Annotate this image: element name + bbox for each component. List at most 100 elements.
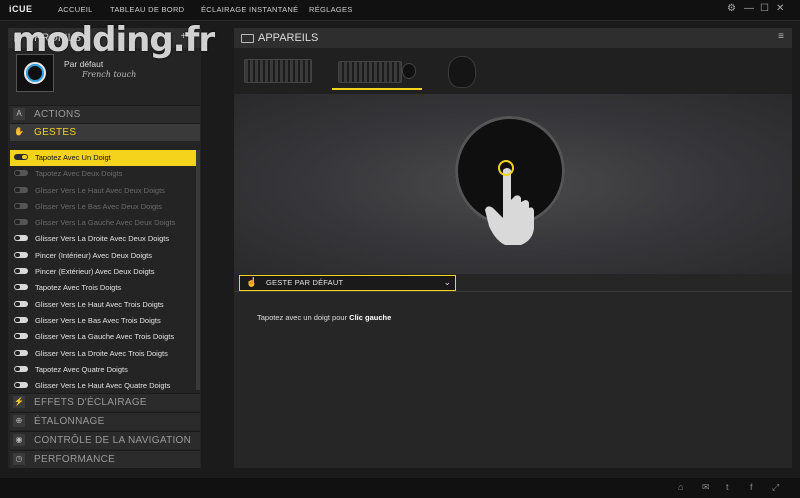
profile-subtitle: French touch [82, 70, 137, 79]
keyboard-icon [241, 34, 254, 43]
gesture-item[interactable]: Tapotez Avec Quatre Doigts [10, 362, 196, 378]
gesture-label: Glisser Vers La Droite Avec Trois Doigts [35, 348, 168, 358]
gesture-list-scrollbar[interactable] [196, 150, 200, 390]
devices-title: APPAREILS [258, 32, 319, 44]
keyboard-image [338, 61, 402, 83]
gesture-item[interactable]: Tapotez Avec Trois Doigts [10, 280, 196, 296]
gesture-label: Pincer (Extérieur) Avec Deux Doigts [35, 267, 155, 277]
toggle-switch[interactable] [14, 251, 28, 258]
gesture-label: Glisser Vers Le Haut Avec Trois Doigts [35, 299, 164, 309]
facebook-icon[interactable]: f [750, 482, 753, 492]
toggle-switch[interactable] [14, 349, 28, 356]
gesture-item[interactable]: Glisser Vers Le Bas Avec Deux Doigts [10, 199, 196, 215]
gesture-item[interactable]: Tapotez Avec Deux Doigts [10, 166, 196, 182]
section-label: ÉTALONNAGE [34, 416, 105, 427]
hand-icon: ☝ [246, 277, 258, 287]
devices-menu-button[interactable]: ≡ [778, 31, 784, 42]
device-keyboard[interactable] [242, 54, 314, 88]
toggle-switch[interactable] [14, 382, 28, 389]
section-label: EFFETS D'ÉCLAIRAGE [34, 397, 147, 408]
section-actions[interactable]: A ACTIONS [10, 105, 200, 123]
toggle-switch[interactable] [14, 300, 28, 307]
dropdown-label: GESTE PAR DÉFAUT [266, 278, 344, 287]
top-bar: iCUE ACCUEIL TABLEAU DE BORD ÉCLAIRAGE I… [0, 0, 800, 21]
maximize-button[interactable]: ☐ [760, 3, 769, 14]
gesture-item[interactable]: Tapotez Avec Un Doigt [10, 150, 196, 167]
right-panel: APPAREILS ≡ ☝ GESTE PAR DÉFAUT ⌄ Tapotez… [234, 28, 792, 468]
toggle-switch[interactable] [14, 170, 28, 177]
gesture-label: Glisser Vers La Gauche Avec Trois Doigts [35, 332, 175, 342]
tap-indicator [498, 160, 514, 176]
section-performance[interactable]: ◷ PERFORMANCE [10, 450, 200, 468]
mouse-image [448, 56, 476, 88]
hand-pointer-icon [485, 168, 534, 245]
section-calibration[interactable]: ⊕ ÉTALONNAGE [10, 412, 200, 430]
description-text: Tapotez avec un doigt pour [257, 313, 348, 322]
gear-icon[interactable]: ⚙ [727, 3, 736, 14]
section-label: ACTIONS [34, 109, 81, 120]
gesture-label: Glisser Vers Le Bas Avec Trois Doigts [35, 315, 161, 325]
device-keyboard-touchpad[interactable] [332, 54, 422, 90]
gesture-item[interactable]: Glisser Vers La Gauche Avec Trois Doigts [10, 329, 196, 345]
toggle-switch[interactable] [14, 365, 28, 372]
bottom-bar: ⌂ ✉ t f ⤢ [0, 478, 800, 498]
twitter-icon[interactable]: t [726, 482, 729, 492]
gesture-label: Glisser Vers Le Bas Avec Deux Doigts [35, 201, 163, 211]
hand-icon: ✋ [13, 126, 25, 138]
actions-icon: A [13, 108, 25, 120]
gesture-label: Glisser Vers La Gauche Avec Deux Doigts [35, 218, 176, 228]
toggle-switch[interactable] [14, 284, 28, 291]
nav-accueil[interactable]: ACCUEIL [58, 5, 93, 14]
gesture-item[interactable]: Glisser Vers Le Haut Avec Deux Doigts [10, 183, 196, 199]
gesture-label: Tapotez Avec Un Doigt [35, 153, 111, 162]
toggle-switch[interactable] [14, 154, 28, 160]
toggle-switch[interactable] [14, 186, 28, 193]
touchpad-preview [455, 116, 565, 245]
section-gestures[interactable]: ✋ GESTES [10, 123, 200, 141]
gesture-item[interactable]: Glisser Vers Le Bas Avec Trois Doigts [10, 313, 196, 329]
gesture-item[interactable]: Pincer (Extérieur) Avec Deux Doigts [10, 264, 196, 280]
section-label: PERFORMANCE [34, 454, 116, 465]
devices-header: APPAREILS ≡ [234, 28, 792, 48]
nav-dashboard[interactable]: TABLEAU DE BORD [110, 5, 184, 14]
gesture-label: Pincer (Intérieur) Avec Deux Doigts [35, 250, 152, 260]
icue-logo-icon [24, 62, 46, 84]
gesture-action-dropdown[interactable]: ☝ GESTE PAR DÉFAUT ⌄ [239, 275, 456, 291]
toggle-switch[interactable] [14, 333, 28, 340]
crosshair-icon: ⊕ [13, 415, 25, 427]
nav-settings[interactable]: RÉGLAGES [309, 5, 353, 14]
gesture-label: Tapotez Avec Trois Doigts [35, 283, 122, 293]
toggle-switch[interactable] [14, 202, 28, 209]
gesture-item[interactable]: Glisser Vers Le Haut Avec Trois Doigts [10, 297, 196, 313]
gesture-item[interactable]: Glisser Vers Le Haut Avec Quatre Doigts [10, 378, 196, 394]
section-lighting-effects[interactable]: ⚡ EFFETS D'ÉCLAIRAGE [10, 393, 200, 411]
gesture-item[interactable]: Pincer (Intérieur) Avec Deux Doigts [10, 248, 196, 264]
gesture-description: Tapotez avec un doigt pour Clic gauche [257, 313, 391, 322]
section-navigation-control[interactable]: ◉ CONTRÔLE DE LA NAVIGATION [10, 431, 200, 449]
device-mouse[interactable] [442, 54, 482, 88]
gesture-preview [234, 94, 792, 274]
expand-icon[interactable]: ⤢ [772, 482, 779, 493]
profile-name: Par défaut [64, 59, 104, 69]
nav-instant-lighting[interactable]: ÉCLAIRAGE INSTANTANÉ [201, 5, 298, 14]
gesture-item[interactable]: Glisser Vers La Droite Avec Trois Doigts [10, 346, 196, 362]
toggle-switch[interactable] [14, 268, 28, 275]
gesture-list: Tapotez Avec Un Doigt Tapotez Avec Deux D… [10, 150, 196, 394]
gesture-label: Glisser Vers La Droite Avec Deux Doigts [35, 234, 170, 244]
minimize-button[interactable]: — [744, 3, 754, 14]
touchpad-image [402, 63, 416, 79]
toggle-switch[interactable] [14, 235, 28, 242]
mail-icon[interactable]: ✉ [702, 482, 710, 493]
app-brand: iCUE [9, 4, 33, 14]
gesture-label: Tapotez Avec Deux Doigts [35, 169, 123, 179]
home-icon[interactable]: ⌂ [678, 482, 683, 492]
toggle-switch[interactable] [14, 316, 28, 323]
close-button[interactable]: ✕ [776, 3, 784, 14]
gesture-item[interactable]: Glisser Vers La Droite Avec Deux Doigts [10, 231, 196, 247]
gesture-item[interactable]: Glisser Vers La Gauche Avec Deux Doigts [10, 215, 196, 231]
divider [234, 291, 792, 292]
toggle-switch[interactable] [14, 219, 28, 226]
gesture-label: Glisser Vers Le Haut Avec Deux Doigts [35, 185, 165, 195]
gauge-icon: ◷ [13, 453, 25, 465]
watermark: modding.fr [12, 20, 215, 60]
